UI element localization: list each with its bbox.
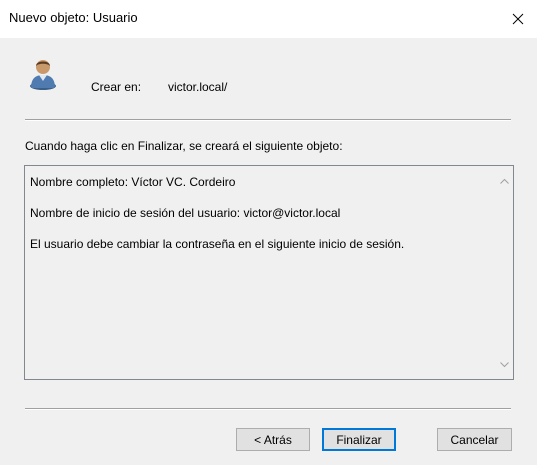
summary-line-logon: Nombre de inicio de sesión del usuario: … bbox=[30, 206, 341, 220]
divider-top bbox=[25, 119, 511, 121]
summary-line-password: El usuario debe cambiar la contraseña en… bbox=[30, 237, 405, 251]
divider-bottom bbox=[25, 408, 511, 410]
back-button[interactable]: < Atrás bbox=[236, 428, 310, 451]
finish-button[interactable]: Finalizar bbox=[322, 428, 396, 451]
user-icon bbox=[30, 60, 56, 90]
info-text: Cuando haga clic en Finalizar, se creará… bbox=[25, 139, 343, 153]
create-in-label: Crear en: bbox=[91, 80, 142, 94]
summary-line-fullname: Nombre completo: Víctor VC. Cordeiro bbox=[30, 175, 236, 189]
scroll-up-button[interactable] bbox=[496, 172, 513, 189]
close-icon bbox=[512, 13, 524, 25]
vertical-scrollbar[interactable] bbox=[496, 166, 513, 379]
chevron-up-icon bbox=[500, 178, 509, 184]
create-in-value: victor.local/ bbox=[168, 80, 228, 94]
summary-textbox[interactable]: Nombre completo: Víctor VC. Cordeiro Nom… bbox=[24, 165, 514, 380]
cancel-button[interactable]: Cancelar bbox=[437, 428, 512, 451]
close-button[interactable] bbox=[499, 0, 537, 38]
scroll-down-button[interactable] bbox=[496, 356, 513, 373]
chevron-down-icon bbox=[500, 361, 509, 367]
header-row: Crear en: victor.local/ bbox=[0, 38, 537, 122]
window-title: Nuevo objeto: Usuario bbox=[9, 10, 138, 25]
title-bar: Nuevo objeto: Usuario bbox=[0, 0, 537, 38]
